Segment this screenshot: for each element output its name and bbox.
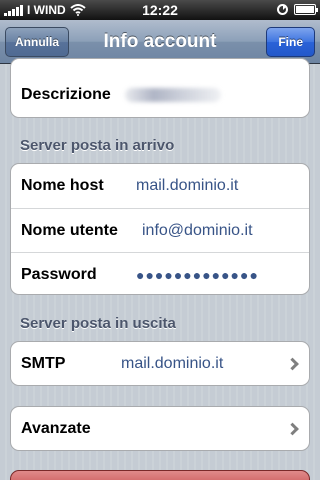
host-label: Nome host	[21, 177, 104, 194]
status-time: 12:22	[142, 2, 178, 18]
outgoing-section-header: Server posta in uscita	[20, 315, 176, 332]
host-row[interactable]: Nome host mail.dominio.it	[11, 164, 309, 208]
description-row[interactable]: Descrizione	[11, 73, 309, 117]
cancel-button[interactable]: Annulla	[5, 27, 69, 57]
outgoing-group: SMTP mail.dominio.it	[10, 341, 310, 386]
password-row[interactable]: Password ●●●●●●●●●●●●●	[11, 252, 309, 294]
advanced-group: Avanzate	[10, 406, 310, 451]
account-group: Descrizione	[10, 58, 310, 118]
password-label: Password	[21, 265, 97, 283]
smtp-row[interactable]: SMTP mail.dominio.it	[11, 342, 309, 385]
delete-account-button[interactable]	[10, 470, 310, 480]
rotation-lock-icon	[277, 4, 288, 15]
advanced-row[interactable]: Avanzate	[11, 407, 309, 450]
password-value[interactable]: ●●●●●●●●●●●●●	[136, 267, 259, 283]
user-value[interactable]: info@dominio.it	[142, 222, 253, 240]
chevron-right-icon	[286, 422, 299, 436]
status-right	[277, 4, 318, 15]
description-value-blurred	[124, 88, 221, 102]
page-title: Info account	[103, 31, 217, 52]
chevron-right-icon	[286, 357, 299, 371]
host-value[interactable]: mail.dominio.it	[136, 177, 238, 195]
battery-icon	[294, 4, 318, 15]
description-label: Descrizione	[21, 86, 111, 103]
user-row[interactable]: Nome utente info@dominio.it	[11, 208, 309, 252]
status-bar: I WIND 12:22	[0, 0, 320, 20]
smtp-label: SMTP	[21, 355, 66, 372]
smtp-value: mail.dominio.it	[121, 355, 224, 372]
advanced-label: Avanzate	[21, 420, 91, 437]
incoming-group: Nome host mail.dominio.it Nome utente in…	[10, 163, 310, 295]
user-label: Nome utente	[21, 221, 118, 239]
done-button[interactable]: Fine	[266, 27, 315, 57]
incoming-section-header: Server posta in arrivo	[20, 137, 175, 154]
